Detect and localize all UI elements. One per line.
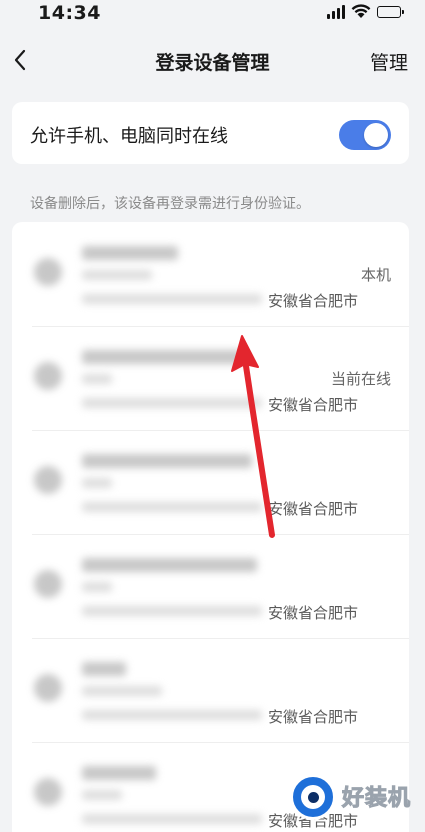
device-location: 安徽省合肥市 [268,500,359,518]
cellular-signal-icon [327,4,345,19]
simultaneous-online-label: 允许手机、电脑同时在线 [30,126,228,147]
device-status: 当前在线 [330,370,391,388]
watermark: 好装机 [286,770,425,826]
manage-button[interactable]: 管理 [370,48,408,75]
device-location: 安徽省合肥市 [268,708,359,726]
device-row[interactable]: 安徽省合肥市 [12,534,409,638]
device-row[interactable]: 安徽省合肥市 [12,430,409,534]
device-location: 安徽省合肥市 [268,604,359,622]
toggle-knob [364,123,388,147]
device-location: 安徽省合肥市 [268,292,359,310]
device-list: 安徽省合肥市 本机 安徽省合肥市 当前在线 安徽省合肥市 安徽省合肥市 安徽省合… [12,222,409,832]
device-row[interactable]: 安徽省合肥市 当前在线 [12,326,409,430]
blurred-device-info [12,222,270,326]
status-time: 14:34 [38,2,101,24]
device-status: 本机 [360,266,391,284]
watermark-logo-icon [290,774,336,820]
wifi-icon [351,4,371,18]
simultaneous-online-toggle[interactable] [339,120,391,150]
blurred-device-info [12,430,270,534]
blurred-device-info [12,326,270,430]
delete-hint-text: 设备删除后，该设备再登录需进行身份验证。 [30,196,310,212]
blurred-device-info [12,638,270,742]
device-location: 安徽省合肥市 [268,396,359,414]
page-title: 登录设备管理 [155,52,270,74]
blurred-device-info [12,742,270,832]
nav-bar: 登录设备管理 管理 [0,36,425,86]
device-row[interactable]: 安徽省合肥市 [12,638,409,742]
device-row[interactable]: 安徽省合肥市 本机 [12,222,409,326]
status-bar: 14:34 [0,0,425,30]
simultaneous-online-card: 允许手机、电脑同时在线 [12,102,409,164]
watermark-text: 好装机 [341,786,412,812]
status-icons [327,4,404,19]
blurred-device-info [12,534,270,638]
battery-charging-icon [377,5,404,18]
